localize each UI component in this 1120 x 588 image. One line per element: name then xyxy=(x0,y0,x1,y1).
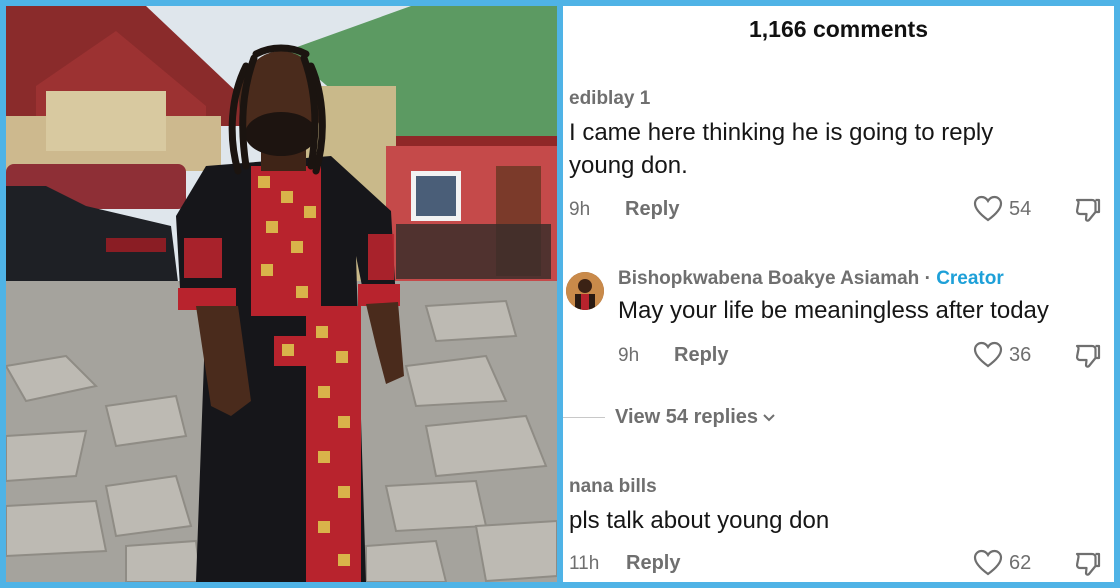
like-button[interactable]: 36 xyxy=(973,341,1031,369)
comment-timestamp: 9h xyxy=(618,345,640,366)
username-separator: · xyxy=(919,268,937,289)
heart-outline-icon xyxy=(973,341,1003,368)
like-count: 62 xyxy=(1009,551,1032,574)
comments-count-title: 1,166 comments xyxy=(749,16,928,42)
heart-outline-icon xyxy=(973,549,1003,576)
chevron-down-icon xyxy=(763,413,775,421)
thumbs-down-outline-icon xyxy=(1075,198,1101,222)
comment-timestamp: 9h xyxy=(569,199,591,220)
comment-text-line: pls talk about young don xyxy=(569,507,830,534)
comment-text-line: young don. xyxy=(569,152,688,179)
comment-username-row: Bishopkwabena Boakye Asiamah · Creator xyxy=(618,268,1004,290)
comment-username[interactable]: Bishopkwabena Boakye Asiamah xyxy=(618,268,919,289)
dislike-button[interactable] xyxy=(1073,549,1103,582)
reply-button[interactable]: Reply xyxy=(674,344,728,367)
dislike-button[interactable] xyxy=(1073,195,1103,230)
like-count: 54 xyxy=(1009,197,1032,220)
reply-button[interactable]: Reply xyxy=(625,198,679,221)
like-button[interactable]: 54 xyxy=(973,195,1031,223)
comment-text-line: I came here thinking he is going to repl… xyxy=(569,119,994,146)
comments-panel: 1,166 comments ediblay 1 I came here thi… xyxy=(563,6,1114,582)
avatar[interactable] xyxy=(566,272,604,310)
like-count: 36 xyxy=(1009,343,1032,366)
dislike-button[interactable] xyxy=(1073,341,1103,376)
thumbs-down-outline-icon xyxy=(1075,552,1101,576)
divider-line xyxy=(563,417,605,418)
comment-username[interactable]: nana bills xyxy=(569,476,657,498)
like-button[interactable]: 62 xyxy=(973,549,1031,577)
view-replies-label: View 54 replies xyxy=(615,406,759,428)
comment-timestamp: 11h xyxy=(569,553,600,574)
view-replies-button[interactable]: View 54 replies xyxy=(563,406,776,429)
post-photo xyxy=(6,6,557,582)
comment-username[interactable]: ediblay 1 xyxy=(569,88,650,110)
man-in-embroidered-kaftan-photo xyxy=(6,6,557,582)
creator-badge: Creator xyxy=(936,268,1004,289)
avatar-image xyxy=(566,272,604,310)
thumbs-down-outline-icon xyxy=(1075,344,1101,368)
reply-button[interactable]: Reply xyxy=(626,552,680,575)
comment-text-line: May your life be meaningless after today xyxy=(618,297,1049,324)
heart-outline-icon xyxy=(973,195,1003,222)
